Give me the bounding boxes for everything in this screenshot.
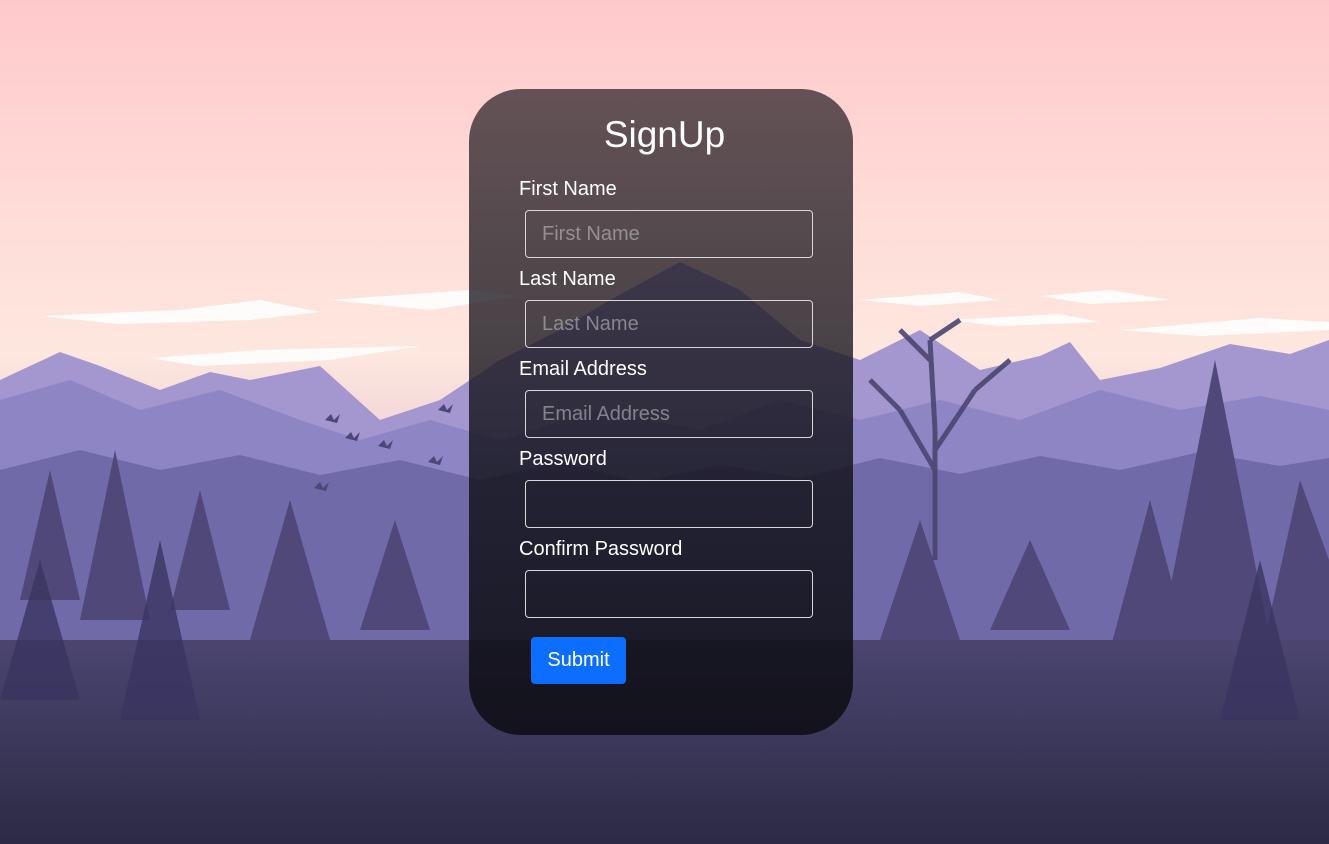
- last-name-label: Last Name: [519, 268, 616, 290]
- last-name-input[interactable]: [525, 300, 813, 348]
- submit-button[interactable]: Submit: [531, 637, 626, 684]
- confirm-password-label: Confirm Password: [519, 538, 683, 560]
- email-label: Email Address: [519, 358, 647, 380]
- first-name-input[interactable]: [525, 210, 813, 258]
- confirm-password-input[interactable]: [525, 570, 813, 618]
- form-title: SignUp: [603, 114, 726, 155]
- email-input[interactable]: [525, 390, 813, 438]
- first-name-label: First Name: [519, 178, 617, 200]
- password-input[interactable]: [525, 480, 813, 528]
- password-label: Password: [519, 448, 607, 470]
